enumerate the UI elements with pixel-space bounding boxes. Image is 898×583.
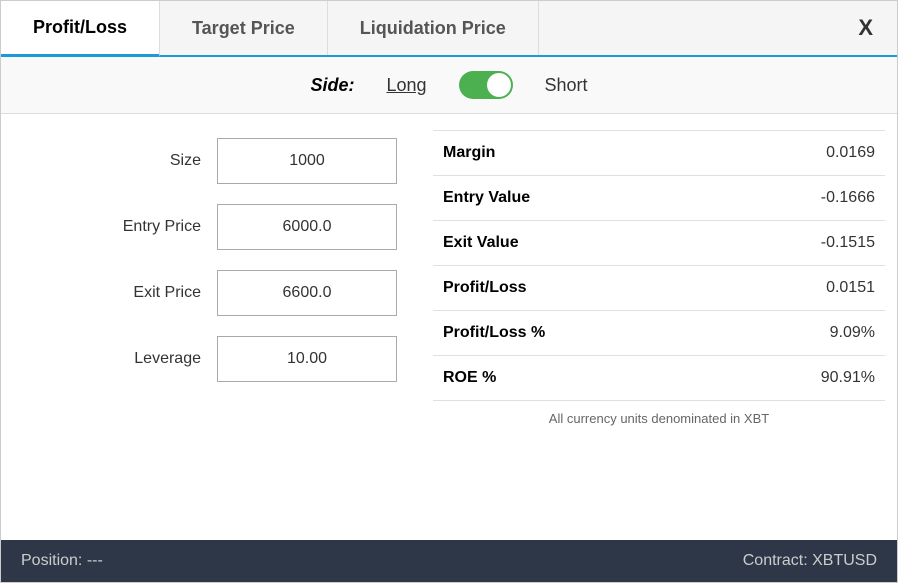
result-label: Profit/Loss [433,266,714,311]
tab-profit-loss[interactable]: Profit/Loss [1,1,160,57]
position-label: Position: --- [21,552,103,570]
contract-label: Contract: XBTUSD [743,552,877,570]
result-label: ROE % [433,356,714,401]
calculator-widget: Profit/Loss Target Price Liquidation Pri… [0,0,898,583]
result-value: 9.09% [714,311,885,356]
result-label: Profit/Loss % [433,311,714,356]
result-row: Entry Value-0.1666 [433,176,885,221]
tab-target-price[interactable]: Target Price [160,1,328,55]
toggle-knob [487,73,511,97]
result-row: Exit Value-0.1515 [433,221,885,266]
toggle-switch[interactable] [459,71,513,99]
result-value: -0.1515 [714,221,885,266]
results-table: Margin0.0169Entry Value-0.1666Exit Value… [433,130,885,401]
leverage-row: Leverage [25,336,397,382]
result-value: 0.0151 [714,266,885,311]
leverage-input[interactable] [217,336,397,382]
tab-liquidation-price[interactable]: Liquidation Price [328,1,539,55]
close-button[interactable]: X [834,1,897,55]
exit-price-label: Exit Price [91,284,201,302]
leverage-label: Leverage [91,350,201,368]
result-label: Exit Value [433,221,714,266]
size-label: Size [91,152,201,170]
main-content: Size Entry Price Exit Price Leverage Mar… [1,114,897,540]
side-long-label[interactable]: Long [386,75,426,96]
result-label: Entry Value [433,176,714,221]
size-input[interactable] [217,138,397,184]
entry-price-label: Entry Price [91,218,201,236]
result-value: 90.91% [714,356,885,401]
side-label: Side: [310,75,354,96]
footer: Position: --- Contract: XBTUSD [1,540,897,582]
tab-bar: Profit/Loss Target Price Liquidation Pri… [1,1,897,57]
result-value: 0.0169 [714,131,885,176]
result-row: Profit/Loss %9.09% [433,311,885,356]
result-row: Profit/Loss0.0151 [433,266,885,311]
entry-price-row: Entry Price [25,204,397,250]
result-row: Margin0.0169 [433,131,885,176]
result-row: ROE %90.91% [433,356,885,401]
exit-price-input[interactable] [217,270,397,316]
result-label: Margin [433,131,714,176]
side-toggle[interactable] [459,71,513,99]
results-panel: Margin0.0169Entry Value-0.1666Exit Value… [421,130,897,524]
side-short-label[interactable]: Short [545,75,588,96]
entry-price-input[interactable] [217,204,397,250]
size-row: Size [25,138,397,184]
exit-price-row: Exit Price [25,270,397,316]
result-value: -0.1666 [714,176,885,221]
input-panel: Size Entry Price Exit Price Leverage [1,130,421,524]
currency-note: All currency units denominated in XBT [433,401,885,426]
side-row: Side: Long Short [1,57,897,114]
